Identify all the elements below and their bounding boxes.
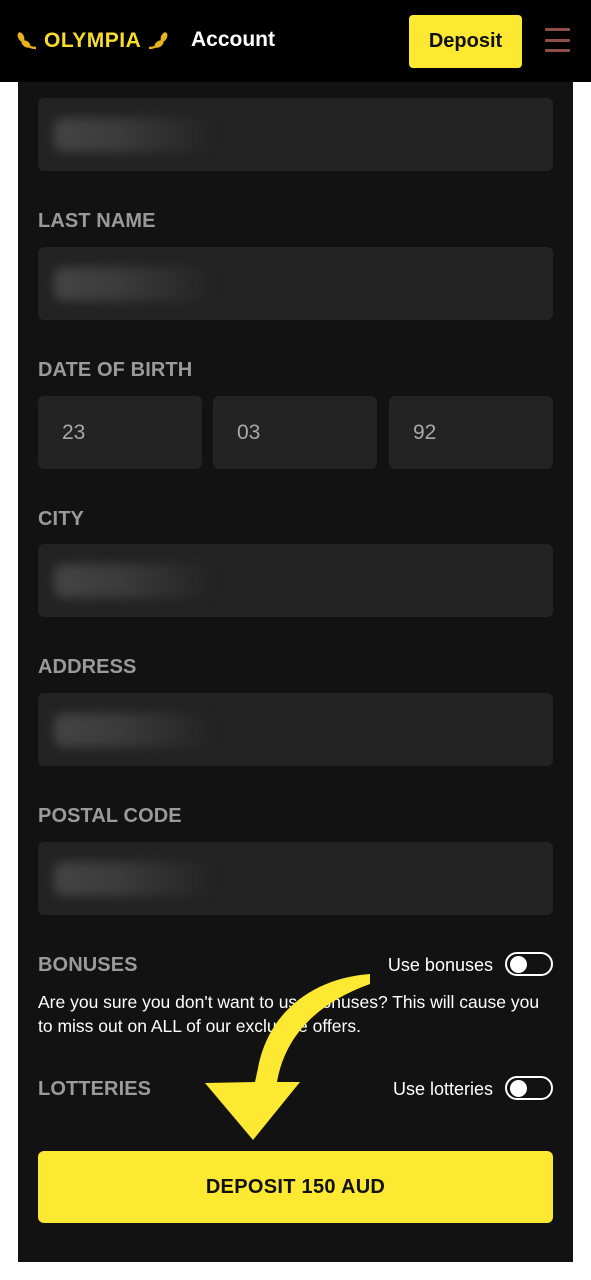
redacted-value xyxy=(54,862,214,896)
address-label: ADDRESS xyxy=(38,656,137,678)
date-of-birth-label: DATE OF BIRTH xyxy=(38,359,193,381)
top-navigation-bar: OLYMPIA Account Deposit xyxy=(0,0,591,82)
use-lotteries-toggle[interactable] xyxy=(505,1076,553,1100)
laurel-left-icon xyxy=(17,32,37,50)
postal-code-field[interactable] xyxy=(38,842,553,915)
dob-month-field[interactable]: 03 xyxy=(213,396,377,469)
use-lotteries-label: Use lotteries xyxy=(392,1079,493,1099)
redacted-value xyxy=(54,267,214,301)
city-label: CITY xyxy=(38,508,84,530)
postal-code-label: POSTAL CODE xyxy=(38,805,182,827)
deposit-submit-button[interactable]: DEPOSIT 150 AUD xyxy=(38,1151,553,1223)
hamburger-menu-icon[interactable] xyxy=(545,28,570,52)
logo-text: OLYMPIA xyxy=(44,29,142,52)
use-bonuses-label: Use bonuses xyxy=(387,955,493,975)
dob-year-field[interactable]: 92 xyxy=(389,396,553,469)
dob-day-field[interactable]: 23 xyxy=(38,396,202,469)
header-deposit-button[interactable]: Deposit xyxy=(409,15,522,68)
city-field[interactable] xyxy=(38,544,553,617)
first-name-field[interactable] xyxy=(38,98,553,171)
last-name-label: LAST NAME xyxy=(38,210,156,232)
toggle-knob xyxy=(510,1080,527,1097)
laurel-right-icon xyxy=(149,32,168,50)
olympia-logo[interactable]: OLYMPIA xyxy=(16,26,169,56)
redacted-value xyxy=(54,713,214,747)
curved-arrow-icon xyxy=(205,974,370,1140)
lotteries-label: LOTTERIES xyxy=(38,1078,152,1100)
last-name-field[interactable] xyxy=(38,247,553,320)
address-field[interactable] xyxy=(38,693,553,766)
toggle-knob xyxy=(510,956,527,973)
bonuses-label: BONUSES xyxy=(38,954,138,976)
use-bonuses-toggle[interactable] xyxy=(505,952,553,976)
redacted-value xyxy=(54,564,214,598)
page-title: Account xyxy=(191,28,275,51)
redacted-value xyxy=(54,118,214,152)
